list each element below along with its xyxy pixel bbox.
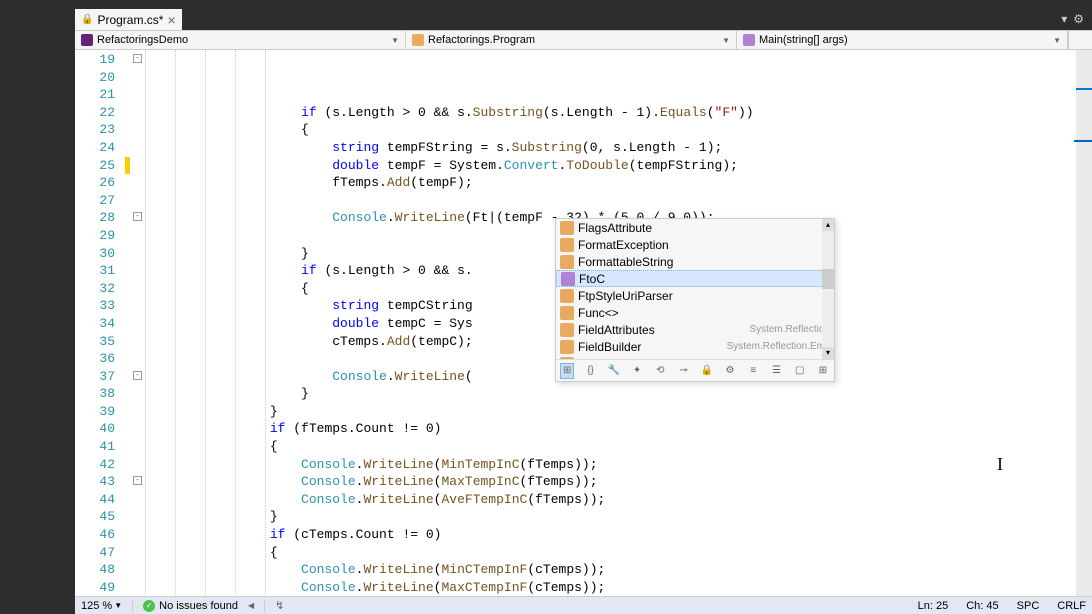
modified-marker xyxy=(125,157,130,174)
tab-strip: 🔒 Program.cs* × ▾ ⚙ xyxy=(0,8,1092,30)
key-filter-button[interactable]: ⊸ xyxy=(676,363,690,379)
vertical-scrollbar[interactable] xyxy=(1076,50,1092,598)
intellisense-item[interactable]: Func<> xyxy=(556,304,834,321)
csharp-icon xyxy=(81,34,93,46)
settings-filter-button[interactable]: ⚙ xyxy=(723,363,737,379)
line-indicator[interactable]: Ln: 25 xyxy=(918,600,949,612)
chevron-down-icon: ▼ xyxy=(1053,36,1061,45)
fold-toggle[interactable]: - xyxy=(133,212,142,221)
cls-icon xyxy=(560,238,574,252)
spaces-indicator[interactable]: SPC xyxy=(1017,600,1040,612)
list-filter-button[interactable]: ≡ xyxy=(746,363,760,379)
lock-filter-button[interactable]: 🔒 xyxy=(700,363,714,379)
scroll-thumb[interactable] xyxy=(822,269,834,289)
intellisense-item[interactable]: FlagsAttribute xyxy=(556,219,834,236)
intellisense-item[interactable]: FtpStyleUriParser xyxy=(556,287,834,304)
class-icon xyxy=(412,34,424,46)
chevron-down-icon: ▼ xyxy=(722,36,730,45)
fold-toggle[interactable]: - xyxy=(133,476,142,485)
lock-icon: 🔒 xyxy=(81,14,93,25)
check-icon: ✓ xyxy=(143,600,155,612)
link-filter-button[interactable]: ⟲ xyxy=(653,363,667,379)
intellisense-scrollbar[interactable]: ▴ ▾ xyxy=(822,219,834,359)
status-bar: 125 % ▼ ✓ No issues found ◀ ↯ Ln: 25 Ch:… xyxy=(75,596,1092,614)
chevron-down-icon: ▼ xyxy=(114,601,122,610)
nav-method[interactable]: Main(string[] args) ▼ xyxy=(737,31,1068,49)
char-indicator[interactable]: Ch: 45 xyxy=(966,600,998,612)
intellisense-item[interactable]: FieldDirectionSystem.CodeDom xyxy=(556,355,834,359)
nav-bar: RefactoringsDemo ▼ Refactorings.Program … xyxy=(75,30,1092,50)
intellisense-item[interactable]: FieldAttributesSystem.Reflection xyxy=(556,321,834,338)
fold-strip: - - - - xyxy=(131,50,145,598)
editor[interactable]: 1920212223242526272829303132333435363738… xyxy=(75,50,1092,598)
cls-icon xyxy=(560,323,574,337)
chevron-icon[interactable]: ◀ xyxy=(248,601,254,610)
intellisense-toolbar: ⊞ {} 🔧 ✦ ⟲ ⊸ 🔒 ⚙ ≡ ☰ ▢ ⊞ xyxy=(556,359,834,381)
cls-icon xyxy=(560,221,574,235)
box-filter-button[interactable]: ▢ xyxy=(793,363,807,379)
fold-toggle[interactable]: - xyxy=(133,54,142,63)
lines-filter-button[interactable]: ☰ xyxy=(769,363,783,379)
text-cursor-icon xyxy=(997,454,999,470)
star-filter-button[interactable]: ✦ xyxy=(630,363,644,379)
zoom-control[interactable]: 125 % ▼ xyxy=(81,600,122,612)
lineending-indicator[interactable]: CRLF xyxy=(1057,600,1086,612)
scroll-up-icon[interactable]: ▴ xyxy=(822,219,834,231)
wrench-filter-button[interactable]: 🔧 xyxy=(607,363,621,379)
issues-indicator[interactable]: ✓ No issues found xyxy=(143,600,238,612)
cls-icon xyxy=(560,255,574,269)
fold-toggle[interactable]: - xyxy=(133,371,142,380)
braces-filter-button[interactable]: {} xyxy=(583,363,597,379)
intellisense-item[interactable]: FtoC xyxy=(556,270,834,287)
nav-class[interactable]: Refactorings.Program ▼ xyxy=(406,31,737,49)
cls-icon xyxy=(560,306,574,320)
target-filter-button[interactable]: ⊞ xyxy=(560,363,574,379)
line-numbers: 1920212223242526272829303132333435363738… xyxy=(75,50,125,598)
cls-icon xyxy=(560,357,574,360)
file-tab[interactable]: 🔒 Program.cs* × xyxy=(75,9,182,30)
close-icon[interactable]: × xyxy=(167,13,175,27)
intellisense-item[interactable]: FieldBuilderSystem.Reflection.Emit xyxy=(556,338,834,355)
tab-dropdown-icon[interactable]: ▾ xyxy=(1061,12,1067,27)
tool-icon[interactable]: ↯ xyxy=(275,599,284,612)
cls-icon xyxy=(560,289,574,303)
tab-settings-icon[interactable]: ⚙ xyxy=(1073,12,1084,27)
nav-project[interactable]: RefactoringsDemo ▼ xyxy=(75,31,406,49)
cls-icon xyxy=(560,340,574,354)
scroll-down-icon[interactable]: ▾ xyxy=(822,347,834,359)
chevron-down-icon: ▼ xyxy=(391,36,399,45)
intellisense-popup: FlagsAttributeFormatExceptionFormattable… xyxy=(555,218,835,382)
intellisense-item[interactable]: FormatException xyxy=(556,236,834,253)
intellisense-item[interactable]: FormattableString xyxy=(556,253,834,270)
method-icon xyxy=(743,34,755,46)
mth-icon xyxy=(561,272,575,286)
grid-filter-button[interactable]: ⊞ xyxy=(816,363,830,379)
split-button[interactable] xyxy=(1068,31,1092,49)
tab-label: Program.cs* xyxy=(97,13,163,27)
